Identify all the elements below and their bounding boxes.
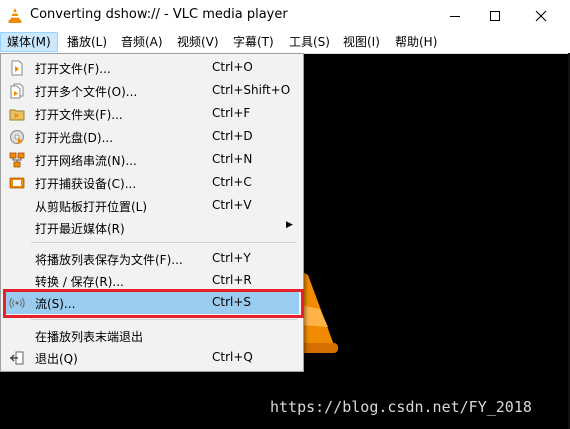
folder-icon: [9, 109, 25, 121]
watermark-text: https://blog.csdn.net/FY_2018: [270, 398, 532, 416]
maximize-icon: [490, 10, 500, 21]
network-icon: [9, 152, 25, 168]
menu-item-shortcut: Ctrl+Q: [212, 350, 253, 364]
menu-item-open-multiple-files[interactable]: 打开多个文件(O)... Ctrl+Shift+O: [3, 80, 299, 102]
menu-item-shortcut: Ctrl+N: [212, 152, 253, 166]
menu-item-open-recent-media[interactable]: 打开最近媒体(R) ▶: [3, 217, 299, 239]
menu-video[interactable]: 视频(V): [171, 32, 225, 52]
menu-item-label: 打开文件(F)...: [35, 62, 111, 76]
menu-separator: [31, 242, 297, 243]
menu-item-open-capture-device[interactable]: 打开捕获设备(C)... Ctrl+C: [3, 172, 299, 194]
menu-view[interactable]: 视图(I): [337, 32, 386, 52]
minimize-icon: [450, 15, 460, 17]
menu-item-shortcut: Ctrl+O: [212, 60, 253, 74]
menu-item-label: 退出(Q): [35, 352, 78, 366]
files-icon: [10, 83, 24, 99]
menu-item-open-from-clipboard[interactable]: 从剪贴板打开位置(L) Ctrl+V: [3, 195, 299, 217]
menu-item-label: 从剪贴板打开位置(L): [35, 200, 148, 214]
window-title: Converting dshow:// - VLC media player: [30, 7, 288, 22]
menu-item-label: 打开光盘(D)...: [35, 131, 114, 145]
close-button[interactable]: [518, 0, 564, 31]
file-icon: [11, 60, 23, 76]
menu-item-save-playlist[interactable]: 将播放列表保存为文件(F)... Ctrl+Y: [3, 248, 299, 270]
menu-item-label: 在播放列表末端退出: [35, 330, 144, 344]
menu-tools[interactable]: 工具(S): [283, 32, 336, 52]
exit-icon: [10, 351, 24, 365]
disc-icon: [10, 130, 24, 144]
submenu-arrow-icon: ▶: [286, 220, 293, 230]
annotation-highlight-box: [3, 289, 304, 318]
menu-item-shortcut: Ctrl+Shift+O: [212, 83, 291, 97]
menu-item-label: 转换 / 保存(R)...: [35, 275, 124, 289]
vlc-window: Converting dshow:// - VLC media player 媒…: [0, 0, 570, 429]
menu-item-shortcut: Ctrl+Y: [212, 251, 251, 265]
menu-item-shortcut: Ctrl+D: [212, 129, 253, 143]
menu-item-quit-at-end-of-playlist[interactable]: 在播放列表末端退出: [3, 325, 299, 347]
menu-item-quit[interactable]: 退出(Q) Ctrl+Q: [3, 347, 299, 369]
menu-separator: [31, 319, 297, 320]
menu-item-shortcut: Ctrl+F: [212, 106, 251, 120]
menu-item-label: 打开网络串流(N)...: [35, 154, 137, 168]
menu-bar: 媒体(M) 播放(L) 音频(A) 视频(V) 字幕(T) 工具(S) 视图(I…: [0, 32, 570, 54]
menu-item-label: 打开捕获设备(C)...: [35, 177, 137, 191]
media-menu-dropdown: 打开文件(F)... Ctrl+O 打开多个文件(O)... Ctrl+Shif…: [0, 53, 304, 372]
vlc-cone-icon: [8, 8, 22, 23]
menu-item-label: 打开最近媒体(R): [35, 222, 125, 236]
menu-item-label: 打开文件夹(F)...: [35, 108, 123, 122]
menu-item-label: 将播放列表保存为文件(F)...: [35, 253, 183, 267]
capture-device-icon: [9, 177, 25, 189]
menu-audio[interactable]: 音频(A): [115, 32, 169, 52]
menu-item-open-file[interactable]: 打开文件(F)... Ctrl+O: [3, 57, 299, 79]
close-icon: [535, 10, 547, 21]
maximize-button[interactable]: [472, 0, 518, 31]
menu-item-shortcut: Ctrl+R: [212, 273, 252, 287]
menu-item-open-disc[interactable]: 打开光盘(D)... Ctrl+D: [3, 126, 299, 148]
menu-item-open-network-stream[interactable]: 打开网络串流(N)... Ctrl+N: [3, 149, 299, 171]
menu-item-label: 打开多个文件(O)...: [35, 85, 138, 99]
menu-media[interactable]: 媒体(M): [0, 32, 58, 52]
title-bar: Converting dshow:// - VLC media player: [0, 0, 570, 33]
menu-playback[interactable]: 播放(L): [61, 32, 113, 52]
menu-subtitle[interactable]: 字幕(T): [227, 32, 280, 52]
menu-item-open-folder[interactable]: 打开文件夹(F)... Ctrl+F: [3, 103, 299, 125]
menu-item-shortcut: Ctrl+V: [212, 198, 252, 212]
menu-help[interactable]: 帮助(H): [389, 32, 443, 52]
menu-item-shortcut: Ctrl+C: [212, 175, 252, 189]
